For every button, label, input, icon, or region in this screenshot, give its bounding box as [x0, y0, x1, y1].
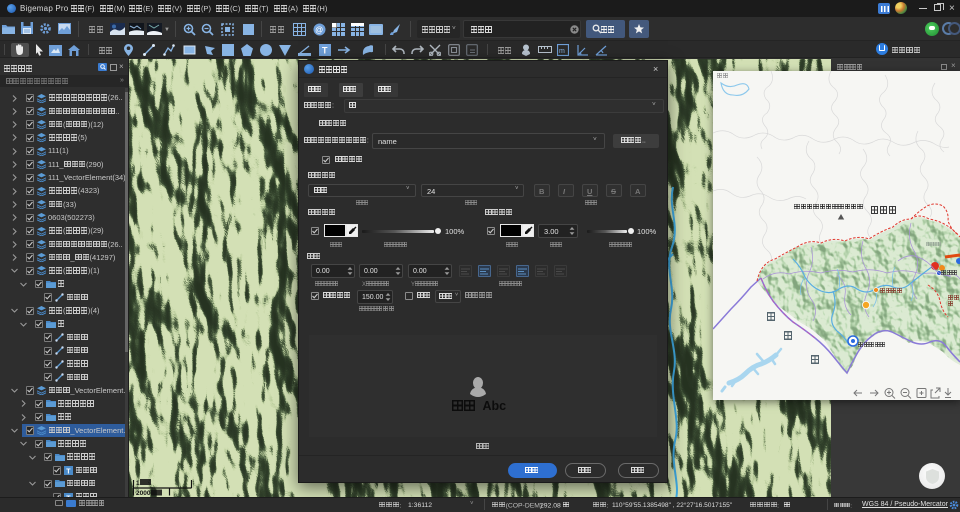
svg-text:T: T [66, 468, 71, 475]
svg-text:@: @ [315, 26, 323, 35]
svg-text:2000: 2000 [136, 490, 151, 497]
svg-text:m: m [559, 48, 565, 55]
svg-text:1: 1 [136, 480, 140, 487]
svg-text:T: T [322, 46, 328, 56]
